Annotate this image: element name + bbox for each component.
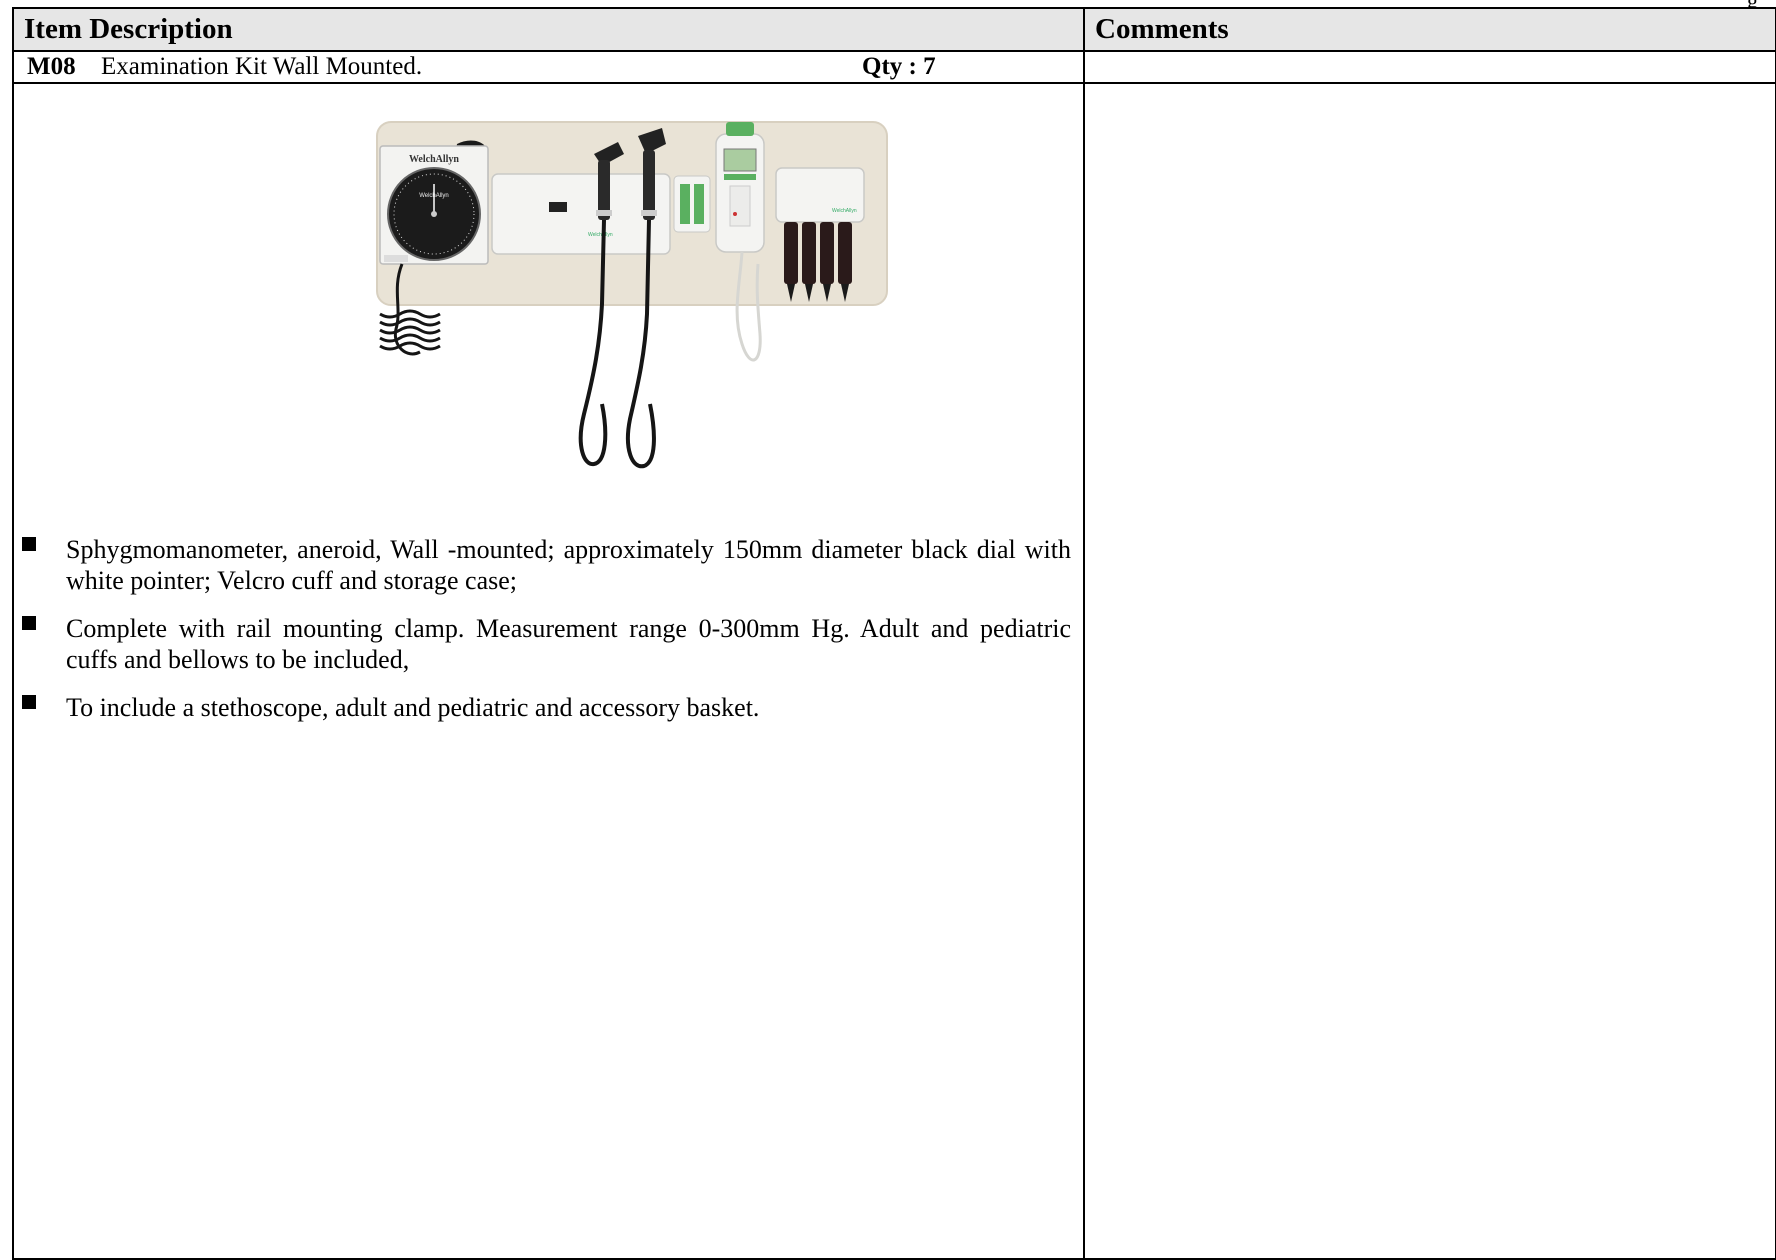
- item-cell: M08 Examination Kit Wall Mounted. Qty : …: [12, 50, 1085, 85]
- canister-brand: WelchAllyn: [832, 208, 857, 214]
- comments-cell: [1083, 82, 1776, 1260]
- ophthalmoscope-collar: [641, 210, 657, 217]
- square-bullet-icon: [22, 537, 36, 552]
- square-bullet-icon: [22, 616, 36, 631]
- thermometer-display: [723, 148, 757, 172]
- power-switch: [549, 202, 567, 213]
- gauge-housing-brand: WelchAllyn: [409, 154, 459, 165]
- item-code: M08: [27, 53, 76, 81]
- specification-text: To include a stethoscope, adult and pedi…: [66, 693, 760, 723]
- specification-table: Item Description Comments M08 Examinatio…: [12, 6, 1776, 1260]
- specification-item: Sphygmomanometer, aneroid, Wall -mounted…: [14, 534, 1083, 596]
- gauge-pivot: [431, 211, 437, 218]
- header-row: Item Description Comments: [12, 6, 1776, 53]
- item-detail-row: WelchAllyn WelchAllyn WelchAllyn Sphygmo…: [12, 82, 1776, 1260]
- item-quantity: Qty : 7: [862, 53, 936, 81]
- item-row: M08 Examination Kit Wall Mounted. Qty : …: [12, 50, 1776, 85]
- item-detail-cell: WelchAllyn WelchAllyn WelchAllyn Sphygmo…: [12, 82, 1085, 1260]
- header-comments: Comments: [1083, 6, 1776, 53]
- specification-item: To include a stethoscope, adult and pedi…: [14, 692, 1083, 723]
- specula-green-right: [694, 184, 704, 225]
- transformer-brand: WelchAllyn: [588, 232, 613, 238]
- specification-text: Complete with rail mounting clamp. Measu…: [66, 614, 1071, 675]
- item-title: Examination Kit Wall Mounted.: [101, 53, 423, 81]
- thermometer-indicator: [733, 212, 737, 217]
- item-comment-cell: [1083, 50, 1776, 85]
- gauge-label-plate: [384, 255, 408, 263]
- examination-kit-illustration: WelchAllyn WelchAllyn WelchAllyn: [376, 121, 888, 469]
- specula-dispenser: [673, 175, 711, 233]
- specification-list: Sphygmomanometer, aneroid, Wall -mounted…: [14, 534, 1083, 723]
- specification-item: Complete with rail mounting clamp. Measu…: [14, 613, 1083, 675]
- specification-text: Sphygmomanometer, aneroid, Wall -mounted…: [66, 535, 1071, 596]
- thermometer-button-green: [724, 174, 756, 181]
- otoscope-collar: [596, 210, 612, 217]
- square-bullet-icon: [22, 695, 36, 710]
- product-image: WelchAllyn WelchAllyn WelchAllyn: [14, 84, 1083, 534]
- thermometer-probe-cap: [726, 122, 754, 137]
- ophthalmoscope-handle: [643, 150, 655, 221]
- thermometer-probe-well: [729, 185, 751, 227]
- header-item-description: Item Description: [12, 6, 1085, 53]
- gauge-coil: [379, 309, 441, 351]
- specula-green-left: [680, 184, 690, 225]
